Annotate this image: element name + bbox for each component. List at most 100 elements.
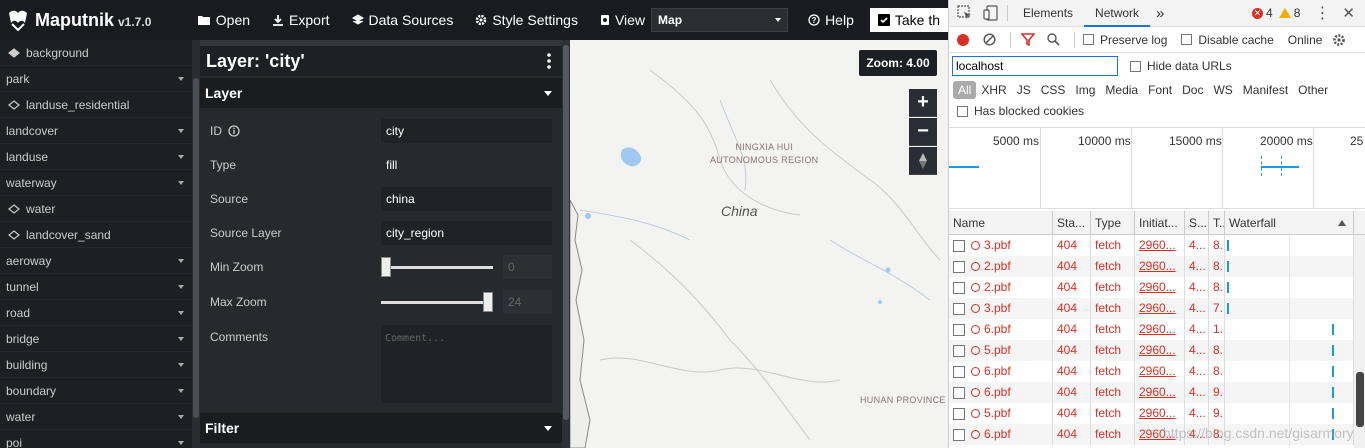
info-icon[interactable] <box>228 125 240 137</box>
layer-list-scrollbar-thumb[interactable] <box>193 78 199 418</box>
table-row[interactable]: 6.pbf 404 fetch 2960... 4... 1... <box>949 319 1365 340</box>
type-filter-img[interactable]: Img <box>1070 81 1100 99</box>
column-header[interactable]: Type <box>1091 211 1135 235</box>
filter-icon[interactable] <box>1021 33 1035 46</box>
table-row[interactable]: 3.pbf 404 fetch 2960... 4... 7... <box>949 298 1365 319</box>
device-toggle-icon[interactable] <box>983 5 999 21</box>
inspect-icon[interactable] <box>957 5 973 21</box>
hide-data-urls-checkbox[interactable] <box>1130 60 1141 72</box>
comments-textarea[interactable]: Comment... <box>381 325 552 403</box>
type-filter-js[interactable]: JS <box>1012 81 1036 99</box>
cell-initiator[interactable]: 2960... <box>1135 403 1185 424</box>
has-blocked-cookies-checkbox[interactable] <box>957 105 968 117</box>
type-filter-font[interactable]: Font <box>1143 81 1177 99</box>
disable-cache-checkbox[interactable] <box>1181 34 1193 45</box>
tab-elements[interactable]: Elements <box>1012 0 1084 27</box>
chevron-down-icon[interactable] <box>178 258 184 263</box>
source-input[interactable]: china <box>381 187 552 211</box>
min-zoom-slider[interactable] <box>381 257 493 277</box>
chevron-down-icon[interactable] <box>178 284 184 289</box>
layer-item[interactable]: landuse_residential <box>0 92 192 118</box>
throttling-select[interactable]: Online <box>1288 33 1323 47</box>
style-settings-button[interactable]: Style Settings <box>475 12 578 28</box>
type-filter-manifest[interactable]: Manifest <box>1238 81 1293 99</box>
chevron-down-icon[interactable] <box>178 180 184 185</box>
table-row[interactable]: 2.pbf 404 fetch 2960... 4... 8... <box>949 256 1365 277</box>
zoom-in-button[interactable]: + <box>909 89 937 117</box>
chevron-down-icon[interactable] <box>178 76 184 81</box>
cell-initiator[interactable]: 2960... <box>1135 256 1185 277</box>
tab-network[interactable]: Network <box>1084 0 1151 27</box>
type-filter-other[interactable]: Other <box>1293 81 1333 99</box>
chevron-down-icon[interactable] <box>178 440 184 445</box>
max-zoom-input[interactable]: 24 <box>503 290 552 314</box>
search-icon[interactable] <box>1047 33 1060 46</box>
column-header[interactable]: Waterfall <box>1225 211 1354 235</box>
layer-item[interactable]: bridge <box>0 326 192 352</box>
layer-item[interactable]: landcover_sand <box>0 222 192 248</box>
more-vertical-icon[interactable] <box>546 53 552 69</box>
chevron-down-icon[interactable] <box>178 128 184 133</box>
help-button[interactable]: ? Help <box>808 12 854 28</box>
max-zoom-slider-thumb[interactable] <box>483 292 493 312</box>
layer-item[interactable]: building <box>0 352 192 378</box>
take-tour-button[interactable]: Take th <box>869 8 948 32</box>
layer-item[interactable]: landuse <box>0 144 192 170</box>
clear-icon[interactable] <box>983 33 996 46</box>
network-overview-timeline[interactable]: 5000 ms 10000 ms 15000 ms 20000 ms 25 <box>949 127 1365 209</box>
view-button[interactable]: View <box>600 12 645 28</box>
preserve-log-checkbox[interactable] <box>1083 34 1094 45</box>
source-layer-input[interactable]: city_region <box>381 221 552 245</box>
table-row[interactable]: 6.pbf 404 fetch 2960... 4... 9... <box>949 382 1365 403</box>
open-button[interactable]: Open <box>197 12 250 28</box>
min-zoom-slider-thumb[interactable] <box>381 257 391 277</box>
column-header[interactable]: T... <box>1209 211 1225 235</box>
type-filter-css[interactable]: CSS <box>1036 81 1071 99</box>
more-tabs-button[interactable]: » <box>1150 0 1170 27</box>
max-zoom-slider[interactable] <box>381 292 493 312</box>
chevron-down-icon[interactable] <box>178 414 184 419</box>
column-header[interactable]: Sta... <box>1053 211 1091 235</box>
chevron-down-icon[interactable] <box>178 154 184 159</box>
zoom-out-button[interactable]: − <box>909 118 937 146</box>
gear-icon[interactable] <box>1332 33 1346 47</box>
cell-initiator[interactable]: 2960... <box>1135 361 1185 382</box>
layer-item[interactable]: tunnel <box>0 274 192 300</box>
layer-item[interactable]: water <box>0 196 192 222</box>
layer-section-header[interactable]: Layer <box>200 78 562 108</box>
layer-item[interactable]: waterway <box>0 170 192 196</box>
cell-initiator[interactable]: 2960... <box>1135 235 1185 256</box>
cell-initiator[interactable]: 2960... <box>1135 277 1185 298</box>
min-zoom-input[interactable]: 0 <box>503 255 552 279</box>
column-header[interactable]: S... <box>1185 211 1209 235</box>
table-row[interactable]: 3.pbf 404 fetch 2960... 4... 8... <box>949 235 1365 256</box>
cell-initiator[interactable]: 2960... <box>1135 319 1185 340</box>
chevron-down-icon[interactable] <box>178 336 184 341</box>
table-row[interactable]: 5.pbf 404 fetch 2960... 4... 8... <box>949 340 1365 361</box>
issue-counters[interactable]: ✕ 4 8 ⋮ ✕ <box>1252 3 1365 23</box>
layer-item[interactable]: poi <box>0 430 192 448</box>
type-filter-all[interactable]: All <box>953 81 977 99</box>
type-filter-ws[interactable]: WS <box>1208 81 1237 99</box>
type-filter-xhr[interactable]: XHR <box>976 81 1011 99</box>
sort-ascending-icon[interactable] <box>1338 220 1346 226</box>
requests-scrollbar-thumb[interactable] <box>1356 372 1364 427</box>
network-filter-input[interactable]: localhost <box>952 56 1118 76</box>
close-icon[interactable]: ✕ <box>1342 4 1355 22</box>
editor-scrollbar-thumb[interactable] <box>563 45 569 420</box>
chevron-down-icon[interactable] <box>178 388 184 393</box>
column-header[interactable]: Initiat... <box>1135 211 1185 235</box>
column-header[interactable]: Name <box>949 211 1053 235</box>
type-filter-media[interactable]: Media <box>1100 81 1143 99</box>
chevron-down-icon[interactable] <box>178 362 184 367</box>
compass-button[interactable] <box>909 147 937 175</box>
filter-section-header[interactable]: Filter <box>200 413 562 443</box>
id-input[interactable]: city <box>381 119 552 143</box>
cell-initiator[interactable]: 2960... <box>1135 340 1185 361</box>
layer-item[interactable]: park <box>0 66 192 92</box>
layer-item[interactable]: boundary <box>0 378 192 404</box>
kebab-menu-icon[interactable]: ⋮ <box>1314 3 1330 23</box>
map-view[interactable]: NINGXIA HUI AUTONOMOUS REGION China HUNA… <box>570 40 948 448</box>
layer-item[interactable]: aeroway <box>0 248 192 274</box>
cell-initiator[interactable]: 2960... <box>1135 382 1185 403</box>
